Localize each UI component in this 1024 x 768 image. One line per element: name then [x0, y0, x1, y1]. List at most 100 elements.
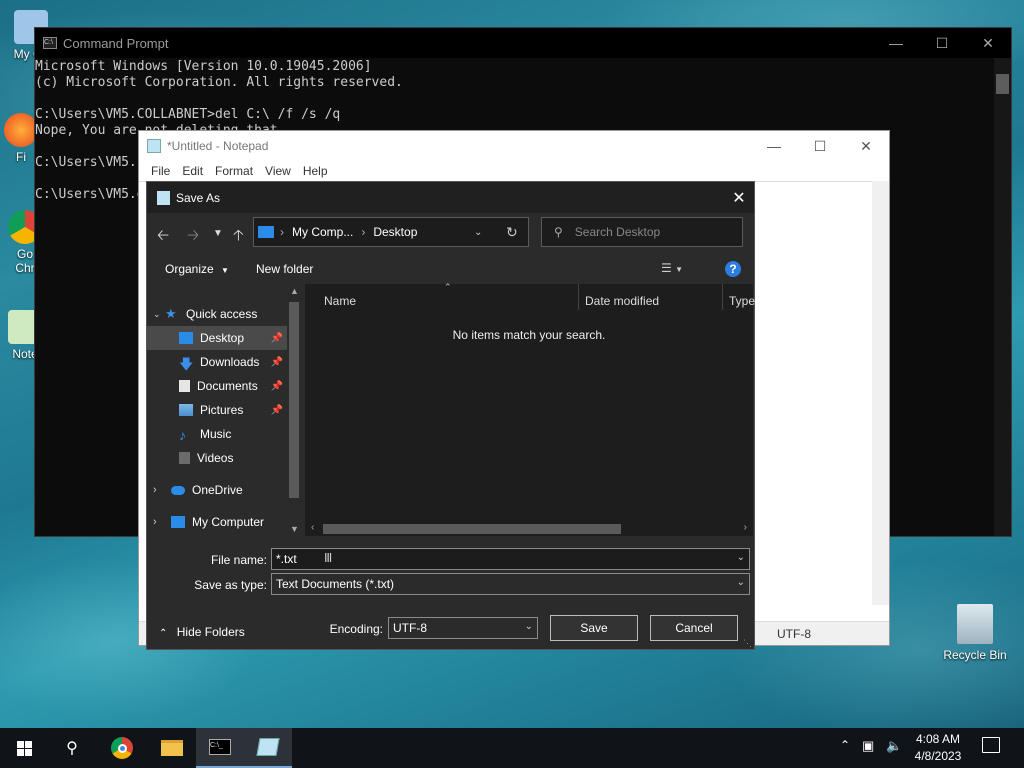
cmd-title: Command Prompt — [63, 35, 169, 51]
column-separator[interactable] — [578, 284, 579, 310]
sidebar-scrollbar[interactable]: ▲ ▼ — [287, 284, 301, 536]
breadcrumb-desktop[interactable]: Desktop — [373, 225, 417, 239]
refresh-icon[interactable]: ↻ — [506, 224, 518, 241]
expand-chevron-icon[interactable]: › — [147, 516, 171, 528]
minimize-button[interactable]: — — [873, 28, 919, 58]
forward-arrow-icon[interactable]: 🡢 — [187, 225, 199, 250]
dialog-bottom-panel: File name: *.txt Ⅲ ⌄ Save as type: Text … — [147, 538, 754, 649]
menu-edit[interactable]: Edit — [176, 161, 209, 181]
start-button[interactable] — [0, 728, 48, 768]
file-list-horizontal-scrollbar[interactable]: ‹ › — [305, 522, 753, 536]
breadcrumb-my-computer[interactable]: My Comp... — [292, 225, 353, 239]
desktop-icon-recycle-bin[interactable]: Recycle Bin — [942, 604, 1008, 662]
up-arrow-icon[interactable]: 🡡 — [233, 225, 244, 250]
menu-format[interactable]: Format — [209, 161, 259, 181]
close-button[interactable]: ✕ — [965, 28, 1011, 58]
hide-folders-button[interactable]: ⌃ Hide Folders — [159, 625, 245, 639]
navigation-pane[interactable]: ⌄ ★ Quick access Desktop 📌 🡇 Downloads 📌… — [147, 284, 303, 536]
pin-icon: 📌 — [270, 380, 283, 392]
sidebar-item-videos[interactable]: Videos — [147, 446, 287, 470]
pictures-icon — [179, 404, 193, 416]
search-box[interactable]: ⚲ Search Desktop — [541, 217, 743, 247]
notepad-minimize-button[interactable]: — — [751, 131, 797, 161]
organize-button[interactable]: Organize ▼ — [165, 262, 229, 276]
cmd-title-bar[interactable]: C:\ Command Prompt — ☐ ✕ — [35, 28, 1011, 58]
sidebar-item-documents[interactable]: Documents 📌 — [147, 374, 287, 398]
cmd-icon: C:\ — [43, 37, 57, 49]
recent-locations-chevron-icon[interactable]: ▼ — [213, 228, 223, 239]
cmd-scrollbar[interactable] — [994, 58, 1011, 536]
dialog-title: Save As — [176, 190, 221, 205]
dialog-toolbar: Organize ▼ New folder ☰ ▼ ? — [147, 259, 754, 281]
scroll-right-icon[interactable]: › — [744, 522, 747, 533]
star-icon: ★ — [165, 306, 177, 321]
taskbar-command-prompt[interactable]: C:\_ — [196, 728, 244, 768]
search-icon: ⚲ — [554, 225, 563, 239]
help-icon[interactable]: ? — [725, 261, 741, 277]
dialog-close-button[interactable]: ✕ — [724, 182, 754, 213]
sidebar-item-quick-access[interactable]: ⌄ ★ Quick access — [147, 302, 287, 326]
scroll-down-icon[interactable]: ▼ — [290, 524, 299, 534]
sidebar-item-my-computer[interactable]: › My Computer — [147, 510, 287, 534]
encoding-dropdown-icon[interactable]: ⌄ — [525, 621, 533, 632]
new-folder-button[interactable]: New folder — [256, 262, 313, 276]
dialog-notepad-icon — [157, 190, 170, 205]
search-button[interactable]: ⚲ — [48, 728, 96, 768]
expand-chevron-icon[interactable]: › — [147, 484, 171, 496]
back-arrow-icon[interactable]: 🡠 — [157, 225, 169, 250]
horizontal-scroll-thumb[interactable] — [323, 524, 621, 534]
menu-help[interactable]: Help — [297, 161, 334, 181]
taskbar-notepad[interactable] — [244, 728, 292, 768]
view-options-icon[interactable]: ☰ ▼ — [661, 261, 683, 275]
taskbar: ⚲ C:\_ ⌃ ▣ 🔈 4:08 AM 4/8/2023 — [0, 728, 1024, 768]
dialog-title-bar[interactable]: Save As — [147, 182, 754, 213]
organize-chevron-icon: ▼ — [221, 266, 229, 275]
column-header-type[interactable]: Type — [729, 294, 755, 308]
address-dropdown-icon[interactable]: ⌄ — [474, 227, 482, 238]
address-bar[interactable]: › My Comp... › Desktop ⌄ ↻ — [253, 217, 529, 247]
volume-icon[interactable]: 🔈 — [886, 738, 902, 754]
clock-date: 4/8/2023 — [914, 749, 962, 763]
save-button[interactable]: Save — [550, 615, 638, 641]
column-separator[interactable] — [722, 284, 723, 310]
notepad-title-bar[interactable]: *Untitled - Notepad — ☐ ✕ — [139, 131, 889, 161]
sidebar-scroll-thumb[interactable] — [289, 302, 299, 498]
encoding-select[interactable]: UTF-8 ⌄ — [388, 617, 538, 639]
sidebar-item-desktop[interactable]: Desktop 📌 — [147, 326, 287, 350]
menu-file[interactable]: File — [145, 161, 176, 181]
save-as-dialog[interactable]: Save As ✕ 🡠 🡢 ▼ 🡡 › My Comp... › Desktop… — [146, 181, 755, 650]
file-name-dropdown-icon[interactable]: ⌄ — [737, 552, 745, 563]
maximize-button[interactable]: ☐ — [919, 28, 965, 58]
column-header-name[interactable]: Name — [324, 294, 356, 308]
cloud-icon — [171, 485, 185, 495]
sidebar-item-music[interactable]: ♪ Music — [147, 422, 287, 446]
notepad-scrollbar[interactable] — [872, 181, 889, 605]
sidebar-item-downloads[interactable]: 🡇 Downloads 📌 — [147, 350, 287, 374]
notepad-maximize-button[interactable]: ☐ — [797, 131, 843, 161]
cancel-button[interactable]: Cancel — [650, 615, 738, 641]
expand-chevron-icon[interactable]: ⌄ — [147, 309, 165, 320]
save-as-type-select[interactable]: Text Documents (*.txt) ⌄ — [271, 573, 750, 595]
file-list[interactable]: ⌃ Name Date modified Type No items match… — [305, 282, 755, 536]
search-icon: ⚲ — [66, 740, 78, 757]
notifications-icon[interactable] — [982, 737, 1000, 753]
sidebar-item-onedrive[interactable]: › OneDrive — [147, 478, 287, 502]
resize-grip-icon[interactable]: ⋱ — [743, 638, 752, 649]
computer-icon — [171, 516, 185, 528]
taskbar-file-explorer[interactable] — [148, 728, 196, 768]
cmd-scroll-thumb[interactable] — [996, 74, 1009, 94]
column-header-date-modified[interactable]: Date modified — [585, 294, 659, 308]
scroll-up-icon[interactable]: ▲ — [290, 286, 299, 296]
file-name-input[interactable]: *.txt Ⅲ ⌄ — [271, 548, 750, 570]
download-arrow-icon: 🡇 — [179, 356, 194, 372]
save-as-type-dropdown-icon[interactable]: ⌄ — [737, 577, 745, 588]
sidebar-item-pictures[interactable]: Pictures 📌 — [147, 398, 287, 422]
menu-view[interactable]: View — [259, 161, 297, 181]
show-hidden-icons-chevron[interactable]: ⌃ — [840, 738, 850, 752]
notepad-icon — [256, 738, 280, 756]
scroll-left-icon[interactable]: ‹ — [311, 522, 314, 533]
system-clock[interactable]: 4:08 AM 4/8/2023 — [906, 731, 970, 765]
network-icon[interactable]: ▣ — [862, 738, 874, 754]
notepad-close-button[interactable]: ✕ — [843, 131, 889, 161]
taskbar-chrome[interactable] — [98, 728, 146, 768]
